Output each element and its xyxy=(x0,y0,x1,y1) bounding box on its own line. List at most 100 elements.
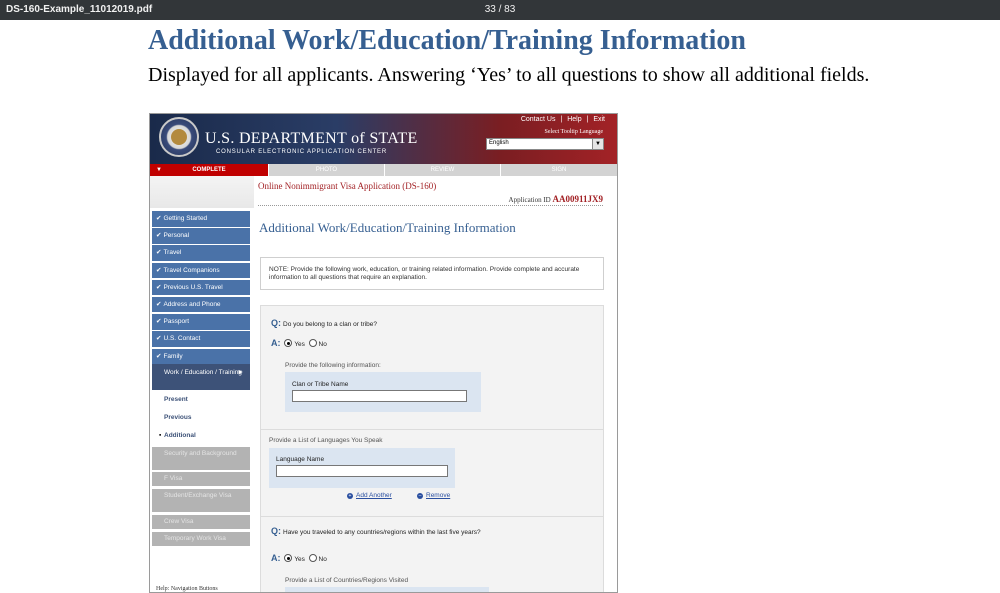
nav-item-label: Travel xyxy=(163,249,182,257)
countries-subbox xyxy=(285,587,489,592)
nav-item-label: Passport xyxy=(163,318,190,326)
form-panel: Q: Do you belong to a clan or tribe? A: Y… xyxy=(260,305,604,592)
nav-item-label: Address and Phone xyxy=(163,300,221,308)
nav-item-temporary-work-visa: Temporary Work Visa xyxy=(152,532,250,546)
radio-label-yes: Yes xyxy=(294,556,305,563)
question-text: Do you belong to a clan or tribe? xyxy=(283,321,377,328)
section-divider xyxy=(261,516,603,517)
department-name: U.S. DEPARTMENT of STATE xyxy=(205,130,418,147)
question-clan-tribe: Q: Do you belong to a clan or tribe? xyxy=(271,319,571,329)
note-box: NOTE: Provide the following work, educat… xyxy=(260,257,604,290)
tooltip-language-select[interactable]: English ▼ xyxy=(486,138,604,150)
answer-prefix: A: xyxy=(271,553,281,563)
clan-name-input[interactable] xyxy=(292,390,467,402)
check-icon: ✔ xyxy=(156,300,162,308)
application-id-label: Application ID xyxy=(508,196,551,204)
nav-item-passport[interactable]: ✔ Passport xyxy=(152,314,250,330)
nav-item-travel-companions[interactable]: ✔ Travel Companions xyxy=(152,262,250,279)
clan-hint: Provide the following information: xyxy=(285,362,381,369)
languages-subbox: Language Name xyxy=(269,448,455,488)
link-label: Add Another xyxy=(356,492,392,499)
progress-tab-photo: PHOTO xyxy=(268,164,384,176)
minus-icon: – xyxy=(417,493,423,499)
answer-clan-tribe: A: Yes No xyxy=(271,338,327,348)
department-subtitle: CONSULAR ELECTRONIC APPLICATION CENTER xyxy=(216,149,387,155)
nav-item-student-exchange-visa: Student/Exchange Visa xyxy=(152,489,250,512)
answer-travel-countries: A: Yes No xyxy=(271,553,327,563)
document-subtitle: Displayed for all applicants. Answering … xyxy=(148,64,870,86)
progress-tab-sign: SIGN xyxy=(500,164,617,176)
help-link[interactable]: Help xyxy=(567,116,581,123)
nav-item-label: Travel Companions xyxy=(163,266,220,274)
radio-label-no: No xyxy=(318,341,327,348)
nav-item-address-phone[interactable]: ✔ Address and Phone xyxy=(152,296,250,313)
nav-item-label: U.S. Contact xyxy=(163,335,201,343)
header-links: Contact Us | Help | Exit xyxy=(518,116,605,123)
question-prefix: Q: xyxy=(271,526,281,536)
contact-us-link[interactable]: Contact Us xyxy=(521,116,556,123)
chevron-down-icon[interactable]: ▼ xyxy=(592,139,603,149)
state-department-seal-icon xyxy=(159,117,199,157)
languages-label: Provide a List of Languages You Speak xyxy=(269,437,383,444)
radio-label-no: No xyxy=(318,556,327,563)
page-heading: Additional Work/Education/Training Infor… xyxy=(259,220,516,235)
document-title: Additional Work/Education/Training Infor… xyxy=(148,25,746,56)
nav-item-personal[interactable]: ✔ Personal xyxy=(152,228,250,244)
bullet-icon: ▪ xyxy=(159,432,162,439)
progress-tabs: ▼ COMPLETE PHOTO REVIEW SIGN xyxy=(150,164,617,176)
plus-icon: + xyxy=(347,493,353,499)
language-name-label: Language Name xyxy=(276,456,325,463)
check-icon: ✔ xyxy=(156,318,162,326)
nav-sub-label: Additional xyxy=(164,432,196,439)
help-navigation-buttons[interactable]: Help: Navigation Buttons xyxy=(152,586,250,592)
nav-item-label: Previous U.S. Travel xyxy=(163,283,223,291)
nav-item-label: Getting Started xyxy=(163,215,208,222)
radio-no-clan[interactable] xyxy=(308,339,317,347)
nav-sub-additional[interactable]: ▪ Additional xyxy=(152,427,250,445)
nav-item-getting-started[interactable]: ✔ Getting Started xyxy=(152,211,250,227)
radio-label-yes: Yes xyxy=(294,341,305,348)
nav-item-work-education-training[interactable]: Work / Education / Training ► xyxy=(152,364,250,390)
section-nav: ✔ Getting Started ✔ Personal ✔ Travel ✔ Trav… xyxy=(152,211,250,366)
nav-item-label: Family xyxy=(163,352,183,360)
application-id-value: AA00911JX9 xyxy=(552,194,603,204)
nav-item-family[interactable]: ✔ Family xyxy=(152,348,250,364)
caret-down-icon: ▼ xyxy=(156,167,162,173)
tooltip-language-label: Select Tooltip Language xyxy=(544,129,603,135)
page-indicator: 33 / 83 xyxy=(484,4,516,15)
progress-tab-review: REVIEW xyxy=(384,164,500,176)
link-label: Remove xyxy=(426,492,451,499)
site-header: U.S. DEPARTMENT of STATE CONSULAR ELECTR… xyxy=(150,114,617,164)
check-icon: ✔ xyxy=(156,335,162,343)
remove-link[interactable]: – Remove xyxy=(417,492,450,499)
nav-sub-previous[interactable]: Previous xyxy=(152,409,250,427)
add-another-link[interactable]: + Add Another xyxy=(347,492,392,499)
check-icon: ✔ xyxy=(156,232,162,240)
nav-item-f-visa: F Visa xyxy=(152,472,250,486)
link-separator: | xyxy=(560,116,563,123)
radio-yes-clan[interactable] xyxy=(284,339,293,347)
answer-prefix: A: xyxy=(271,338,281,348)
radio-yes-travel[interactable] xyxy=(284,554,293,562)
nav-item-previous-us-travel[interactable]: ✔ Previous U.S. Travel xyxy=(152,279,250,296)
radio-no-travel[interactable] xyxy=(308,554,317,562)
progress-tab-complete: ▼ COMPLETE xyxy=(150,164,268,176)
progress-tab-label: COMPLETE xyxy=(192,167,226,173)
countries-hint: Provide a List of Countries/Regions Visi… xyxy=(285,577,409,584)
nav-item-travel[interactable]: ✔ Travel xyxy=(152,245,250,261)
clan-name-label: Clan or Tribe Name xyxy=(292,381,349,388)
nav-sub-present[interactable]: Present xyxy=(152,391,250,409)
language-name-input[interactable] xyxy=(276,465,448,477)
embedded-form-screenshot: U.S. DEPARTMENT of STATE CONSULAR ELECTR… xyxy=(149,113,618,593)
check-icon: ✔ xyxy=(156,352,162,360)
nav-item-us-contact[interactable]: ✔ U.S. Contact xyxy=(152,331,250,347)
check-icon: ✔ xyxy=(156,249,162,257)
exit-link[interactable]: Exit xyxy=(593,116,605,123)
arrow-right-icon: ► xyxy=(237,369,244,376)
section-divider xyxy=(261,429,603,430)
check-icon: ✔ xyxy=(156,215,162,222)
nav-item-crew-visa: Crew Visa xyxy=(152,515,250,529)
check-icon: ✔ xyxy=(156,283,162,291)
pdf-viewer-toolbar: DS-160-Example_11012019.pdf 33 / 83 xyxy=(0,0,1000,20)
clan-subbox: Clan or Tribe Name xyxy=(285,372,481,412)
